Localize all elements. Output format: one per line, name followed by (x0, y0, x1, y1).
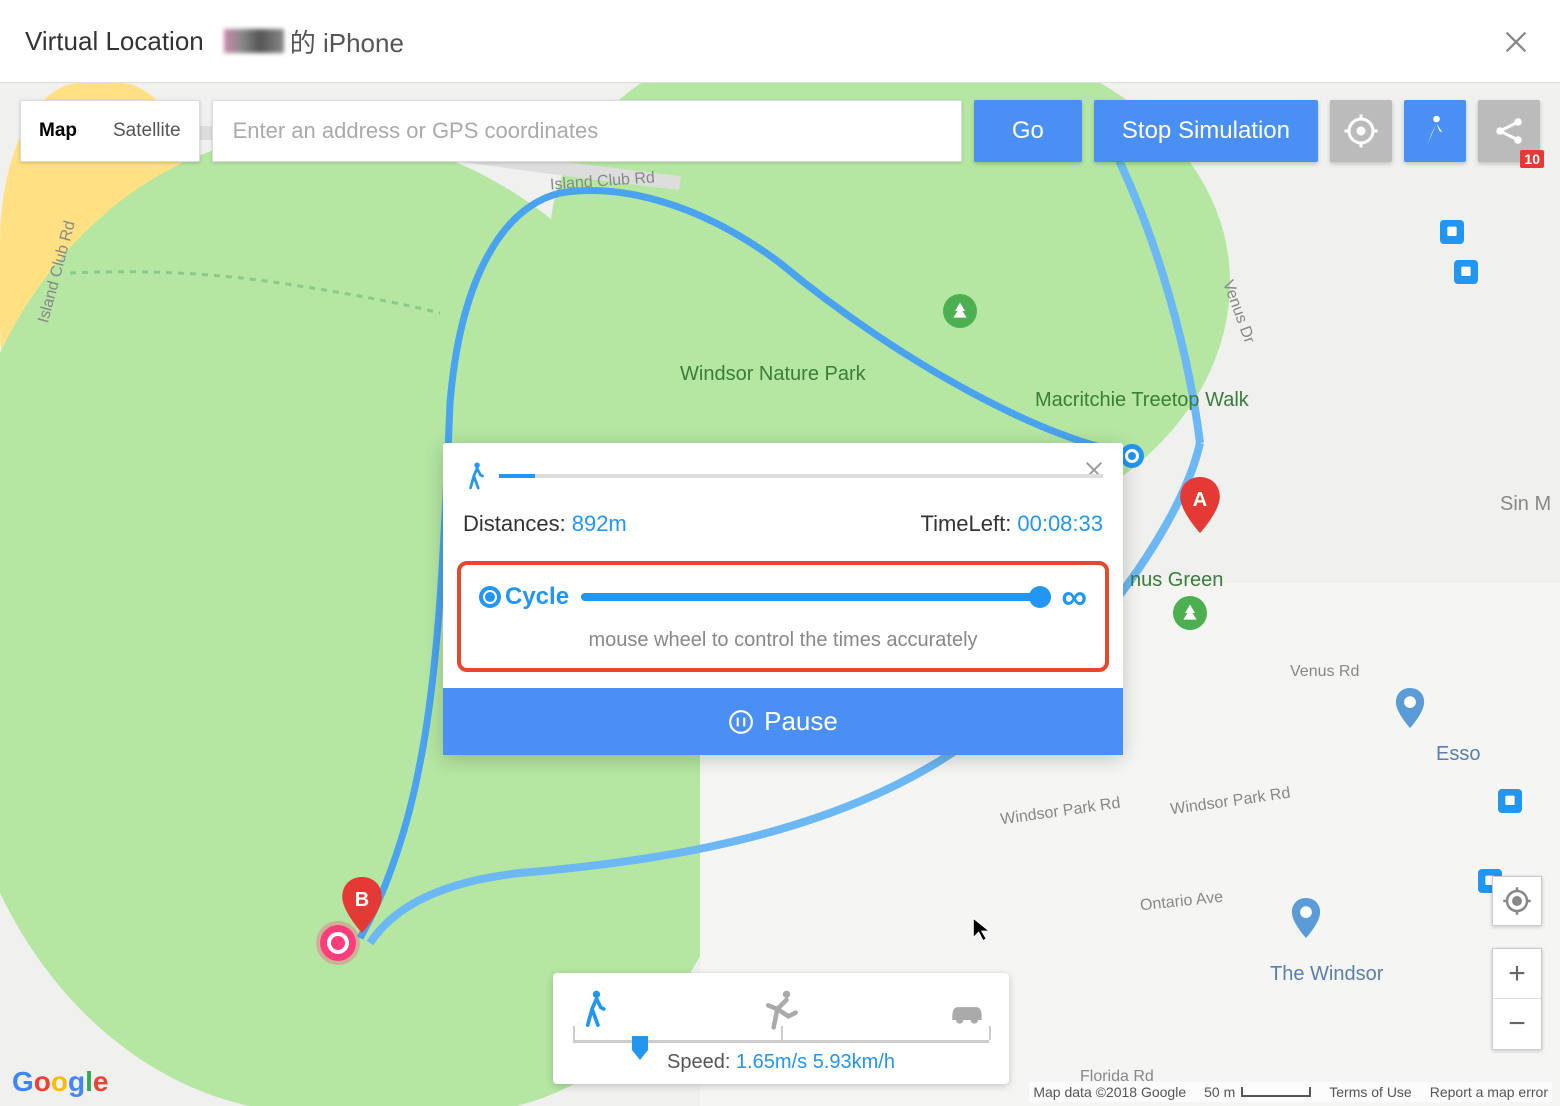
zoom-out-button[interactable]: − (1493, 999, 1541, 1049)
poi-label: Sin M (1500, 493, 1551, 516)
speed-slider-thumb[interactable] (630, 1036, 650, 1065)
map-data-text: Map data ©2018 Google (1033, 1084, 1186, 1100)
device-name-blurred (224, 29, 284, 53)
speed-ms: 1.65m/s (736, 1051, 807, 1073)
header-bar: Virtual Location 的 iPhone (0, 0, 1560, 83)
report-error-link[interactable]: Report a map error (1430, 1084, 1548, 1100)
gas-station-pin-icon (1395, 688, 1425, 733)
walking-icon (463, 459, 489, 493)
app-title: Virtual Location (25, 26, 204, 57)
target-icon (1502, 886, 1532, 916)
share-icon (1491, 113, 1527, 149)
go-button[interactable]: Go (974, 100, 1082, 162)
walk-progress-track (499, 474, 1103, 478)
pause-button[interactable]: Pause (443, 688, 1123, 755)
infinity-icon: ∞ (1061, 579, 1087, 615)
pause-icon (728, 709, 754, 735)
zoom-control: + − (1492, 948, 1542, 1050)
bus-stop-icon (1454, 260, 1478, 284)
toolbar: Map Satellite Go Stop Simulation 10 (20, 100, 1540, 162)
route-marker-a[interactable]: A (1179, 477, 1221, 533)
device-name: 的 iPhone (224, 23, 404, 60)
info-row: Distances:892m TimeLeft:00:08:33 (463, 511, 1103, 537)
timeleft-label: TimeLeft: (920, 511, 1011, 536)
map-tab[interactable]: Map (21, 101, 95, 161)
speed-kmh: 5.93km/h (813, 1051, 895, 1073)
close-icon (1502, 28, 1530, 56)
terms-link[interactable]: Terms of Use (1329, 1084, 1411, 1100)
road-label: Venus Rd (1290, 663, 1359, 681)
popup-close-button[interactable] (1083, 459, 1105, 486)
cycle-radio-icon (479, 586, 501, 608)
route-marker-b[interactable]: B (341, 877, 383, 933)
cycle-slider[interactable] (581, 593, 1049, 601)
history-badge: 10 (1520, 150, 1544, 168)
locate-button[interactable] (1330, 100, 1392, 162)
walk-mode-button[interactable] (1404, 100, 1466, 162)
speed-car-icon[interactable] (945, 987, 989, 1036)
speed-label: Speed: (667, 1051, 730, 1073)
map-attribution: Map data ©2018 Google 50 m Terms of Use … (1029, 1082, 1552, 1102)
speed-slider[interactable] (573, 1040, 989, 1043)
mouse-cursor-icon (970, 916, 996, 947)
recenter-button[interactable] (1492, 876, 1542, 926)
satellite-tab[interactable]: Satellite (95, 101, 199, 161)
progress-row (463, 459, 1103, 493)
close-button[interactable] (1502, 28, 1530, 61)
map-type-toggle: Map Satellite (20, 100, 200, 162)
poi-label: Windsor Nature Park (680, 363, 866, 386)
cycle-control-box: Cycle ∞ mouse wheel to control the times… (457, 561, 1109, 672)
stop-simulation-button[interactable]: Stop Simulation (1094, 100, 1318, 162)
simulation-popup: Distances:892m TimeLeft:00:08:33 Cycle ∞… (443, 443, 1123, 755)
distances-value: 892m (572, 511, 627, 536)
poi-label: The Windsor (1270, 963, 1383, 986)
current-location-marker (1120, 444, 1144, 468)
poi-label: Esso (1436, 743, 1480, 766)
walk-progress-fill (499, 474, 535, 478)
history-button[interactable]: 10 (1478, 100, 1540, 162)
cycle-slider-thumb[interactable] (1029, 586, 1051, 608)
poi-label: nus Green (1130, 569, 1223, 592)
cycle-label[interactable]: Cycle (479, 583, 569, 611)
bus-stop-icon (1498, 789, 1522, 813)
google-logo: Google (12, 1066, 108, 1098)
speed-panel: Speed: 1.65m/s 5.93km/h (553, 973, 1009, 1084)
search-input[interactable] (212, 100, 962, 162)
bus-stop-icon (1440, 220, 1464, 244)
cycle-hint: mouse wheel to control the times accurat… (479, 629, 1087, 652)
tree-poi-icon (1173, 596, 1207, 630)
crosshair-icon (1343, 113, 1379, 149)
walking-icon (1417, 113, 1453, 149)
poi-pin-icon (1291, 898, 1321, 943)
tree-poi-icon (943, 294, 977, 328)
scale-bar: 50 m (1204, 1084, 1311, 1100)
timeleft-value: 00:08:33 (1017, 511, 1103, 536)
distances-label: Distances: (463, 511, 566, 536)
speed-walk-icon[interactable] (573, 987, 617, 1036)
zoom-in-button[interactable]: + (1493, 949, 1541, 999)
poi-label: Macritchie Treetop Walk (1035, 389, 1249, 412)
